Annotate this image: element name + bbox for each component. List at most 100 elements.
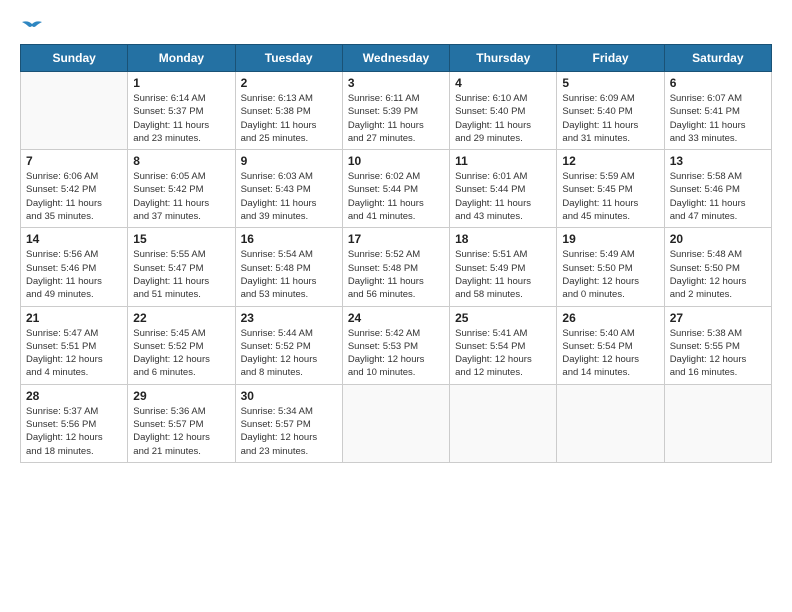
day-info: Sunrise: 5:59 AM Sunset: 5:45 PM Dayligh… xyxy=(562,170,658,223)
calendar-cell: 22 Sunrise: 5:45 AM Sunset: 5:52 PM Dayli… xyxy=(128,306,235,384)
day-info: Sunrise: 5:45 AM Sunset: 5:52 PM Dayligh… xyxy=(133,327,229,380)
day-number: 25 xyxy=(455,311,551,325)
day-info: Sunrise: 6:09 AM Sunset: 5:40 PM Dayligh… xyxy=(562,92,658,145)
day-info: Sunrise: 5:40 AM Sunset: 5:54 PM Dayligh… xyxy=(562,327,658,380)
day-info: Sunrise: 5:49 AM Sunset: 5:50 PM Dayligh… xyxy=(562,248,658,301)
day-info: Sunrise: 6:13 AM Sunset: 5:38 PM Dayligh… xyxy=(241,92,337,145)
calendar-cell: 21Sunrise: 5:47 AM Sunset: 5:51 PM Dayli… xyxy=(21,306,128,384)
calendar-cell: 20 Sunrise: 5:48 AM Sunset: 5:50 PM Dayli… xyxy=(664,228,771,306)
calendar-cell: 25 Sunrise: 5:41 AM Sunset: 5:54 PM Dayli… xyxy=(450,306,557,384)
day-number: 7 xyxy=(26,154,122,168)
day-info: Sunrise: 5:42 AM Sunset: 5:53 PM Dayligh… xyxy=(348,327,444,380)
calendar-cell xyxy=(342,384,449,462)
calendar-cell: 26 Sunrise: 5:40 AM Sunset: 5:54 PM Dayli… xyxy=(557,306,664,384)
day-number: 21 xyxy=(26,311,122,325)
calendar-cell: 6 Sunrise: 6:07 AM Sunset: 5:41 PM Daylig… xyxy=(664,72,771,150)
calendar-cell: 10Sunrise: 6:02 AM Sunset: 5:44 PM Dayli… xyxy=(342,150,449,228)
calendar-cell: 4Sunrise: 6:10 AM Sunset: 5:40 PM Daylig… xyxy=(450,72,557,150)
calendar-week-row: 7 Sunrise: 6:06 AM Sunset: 5:42 PM Daylig… xyxy=(21,150,772,228)
day-info: Sunrise: 6:14 AM Sunset: 5:37 PM Dayligh… xyxy=(133,92,229,145)
calendar-cell: 1 Sunrise: 6:14 AM Sunset: 5:37 PM Daylig… xyxy=(128,72,235,150)
calendar-cell xyxy=(557,384,664,462)
calendar-cell: 14 Sunrise: 5:56 AM Sunset: 5:46 PM Dayli… xyxy=(21,228,128,306)
day-of-week-header: Thursday xyxy=(450,45,557,72)
day-info: Sunrise: 5:56 AM Sunset: 5:46 PM Dayligh… xyxy=(26,248,122,301)
day-number: 3 xyxy=(348,76,444,90)
day-info: Sunrise: 6:05 AM Sunset: 5:42 PM Dayligh… xyxy=(133,170,229,223)
calendar-cell: 3 Sunrise: 6:11 AM Sunset: 5:39 PM Daylig… xyxy=(342,72,449,150)
day-info: Sunrise: 6:06 AM Sunset: 5:42 PM Dayligh… xyxy=(26,170,122,223)
day-number: 15 xyxy=(133,232,229,246)
calendar-week-row: 14 Sunrise: 5:56 AM Sunset: 5:46 PM Dayli… xyxy=(21,228,772,306)
calendar-cell: 29Sunrise: 5:36 AM Sunset: 5:57 PM Dayli… xyxy=(128,384,235,462)
calendar-cell xyxy=(450,384,557,462)
day-info: Sunrise: 5:58 AM Sunset: 5:46 PM Dayligh… xyxy=(670,170,766,223)
day-of-week-header: Tuesday xyxy=(235,45,342,72)
calendar-week-row: 21Sunrise: 5:47 AM Sunset: 5:51 PM Dayli… xyxy=(21,306,772,384)
day-number: 24 xyxy=(348,311,444,325)
day-of-week-header: Sunday xyxy=(21,45,128,72)
calendar-cell: 28 Sunrise: 5:37 AM Sunset: 5:56 PM Dayli… xyxy=(21,384,128,462)
day-number: 12 xyxy=(562,154,658,168)
calendar-cell: 11 Sunrise: 6:01 AM Sunset: 5:44 PM Dayli… xyxy=(450,150,557,228)
day-number: 30 xyxy=(241,389,337,403)
calendar-cell xyxy=(21,72,128,150)
day-number: 1 xyxy=(133,76,229,90)
logo-bird-icon xyxy=(22,20,42,36)
day-info: Sunrise: 5:44 AM Sunset: 5:52 PM Dayligh… xyxy=(241,327,337,380)
day-info: Sunrise: 6:01 AM Sunset: 5:44 PM Dayligh… xyxy=(455,170,551,223)
day-info: Sunrise: 6:10 AM Sunset: 5:40 PM Dayligh… xyxy=(455,92,551,145)
day-number: 20 xyxy=(670,232,766,246)
day-info: Sunrise: 5:54 AM Sunset: 5:48 PM Dayligh… xyxy=(241,248,337,301)
day-number: 5 xyxy=(562,76,658,90)
calendar-cell: 16Sunrise: 5:54 AM Sunset: 5:48 PM Dayli… xyxy=(235,228,342,306)
day-info: Sunrise: 5:41 AM Sunset: 5:54 PM Dayligh… xyxy=(455,327,551,380)
day-number: 6 xyxy=(670,76,766,90)
calendar-cell xyxy=(664,384,771,462)
calendar-cell: 27 Sunrise: 5:38 AM Sunset: 5:55 PM Dayli… xyxy=(664,306,771,384)
day-of-week-header: Friday xyxy=(557,45,664,72)
day-of-week-header: Wednesday xyxy=(342,45,449,72)
calendar-cell: 19 Sunrise: 5:49 AM Sunset: 5:50 PM Dayli… xyxy=(557,228,664,306)
day-number: 11 xyxy=(455,154,551,168)
day-info: Sunrise: 5:48 AM Sunset: 5:50 PM Dayligh… xyxy=(670,248,766,301)
day-of-week-header: Monday xyxy=(128,45,235,72)
calendar-cell: 17Sunrise: 5:52 AM Sunset: 5:48 PM Dayli… xyxy=(342,228,449,306)
logo xyxy=(20,20,42,34)
day-number: 29 xyxy=(133,389,229,403)
day-number: 22 xyxy=(133,311,229,325)
day-info: Sunrise: 6:03 AM Sunset: 5:43 PM Dayligh… xyxy=(241,170,337,223)
calendar-week-row: 1 Sunrise: 6:14 AM Sunset: 5:37 PM Daylig… xyxy=(21,72,772,150)
day-number: 14 xyxy=(26,232,122,246)
day-number: 13 xyxy=(670,154,766,168)
day-info: Sunrise: 6:07 AM Sunset: 5:41 PM Dayligh… xyxy=(670,92,766,145)
day-number: 18 xyxy=(455,232,551,246)
day-number: 27 xyxy=(670,311,766,325)
day-number: 19 xyxy=(562,232,658,246)
day-number: 26 xyxy=(562,311,658,325)
calendar-table: SundayMondayTuesdayWednesdayThursdayFrid… xyxy=(20,44,772,463)
day-info: Sunrise: 6:11 AM Sunset: 5:39 PM Dayligh… xyxy=(348,92,444,145)
day-info: Sunrise: 5:51 AM Sunset: 5:49 PM Dayligh… xyxy=(455,248,551,301)
calendar-cell: 8 Sunrise: 6:05 AM Sunset: 5:42 PM Daylig… xyxy=(128,150,235,228)
calendar-week-row: 28 Sunrise: 5:37 AM Sunset: 5:56 PM Dayli… xyxy=(21,384,772,462)
calendar-cell: 13 Sunrise: 5:58 AM Sunset: 5:46 PM Dayli… xyxy=(664,150,771,228)
day-info: Sunrise: 5:52 AM Sunset: 5:48 PM Dayligh… xyxy=(348,248,444,301)
calendar-cell: 23 Sunrise: 5:44 AM Sunset: 5:52 PM Dayli… xyxy=(235,306,342,384)
day-of-week-header: Saturday xyxy=(664,45,771,72)
day-info: Sunrise: 5:38 AM Sunset: 5:55 PM Dayligh… xyxy=(670,327,766,380)
day-info: Sunrise: 5:37 AM Sunset: 5:56 PM Dayligh… xyxy=(26,405,122,458)
day-number: 2 xyxy=(241,76,337,90)
calendar-cell: 12 Sunrise: 5:59 AM Sunset: 5:45 PM Dayli… xyxy=(557,150,664,228)
calendar-cell: 9Sunrise: 6:03 AM Sunset: 5:43 PM Daylig… xyxy=(235,150,342,228)
calendar-cell: 30 Sunrise: 5:34 AM Sunset: 5:57 PM Dayli… xyxy=(235,384,342,462)
day-number: 23 xyxy=(241,311,337,325)
calendar-cell: 7 Sunrise: 6:06 AM Sunset: 5:42 PM Daylig… xyxy=(21,150,128,228)
day-number: 8 xyxy=(133,154,229,168)
day-info: Sunrise: 5:34 AM Sunset: 5:57 PM Dayligh… xyxy=(241,405,337,458)
day-info: Sunrise: 5:55 AM Sunset: 5:47 PM Dayligh… xyxy=(133,248,229,301)
day-number: 10 xyxy=(348,154,444,168)
calendar-cell: 5 Sunrise: 6:09 AM Sunset: 5:40 PM Daylig… xyxy=(557,72,664,150)
calendar-cell: 24 Sunrise: 5:42 AM Sunset: 5:53 PM Dayli… xyxy=(342,306,449,384)
day-number: 28 xyxy=(26,389,122,403)
